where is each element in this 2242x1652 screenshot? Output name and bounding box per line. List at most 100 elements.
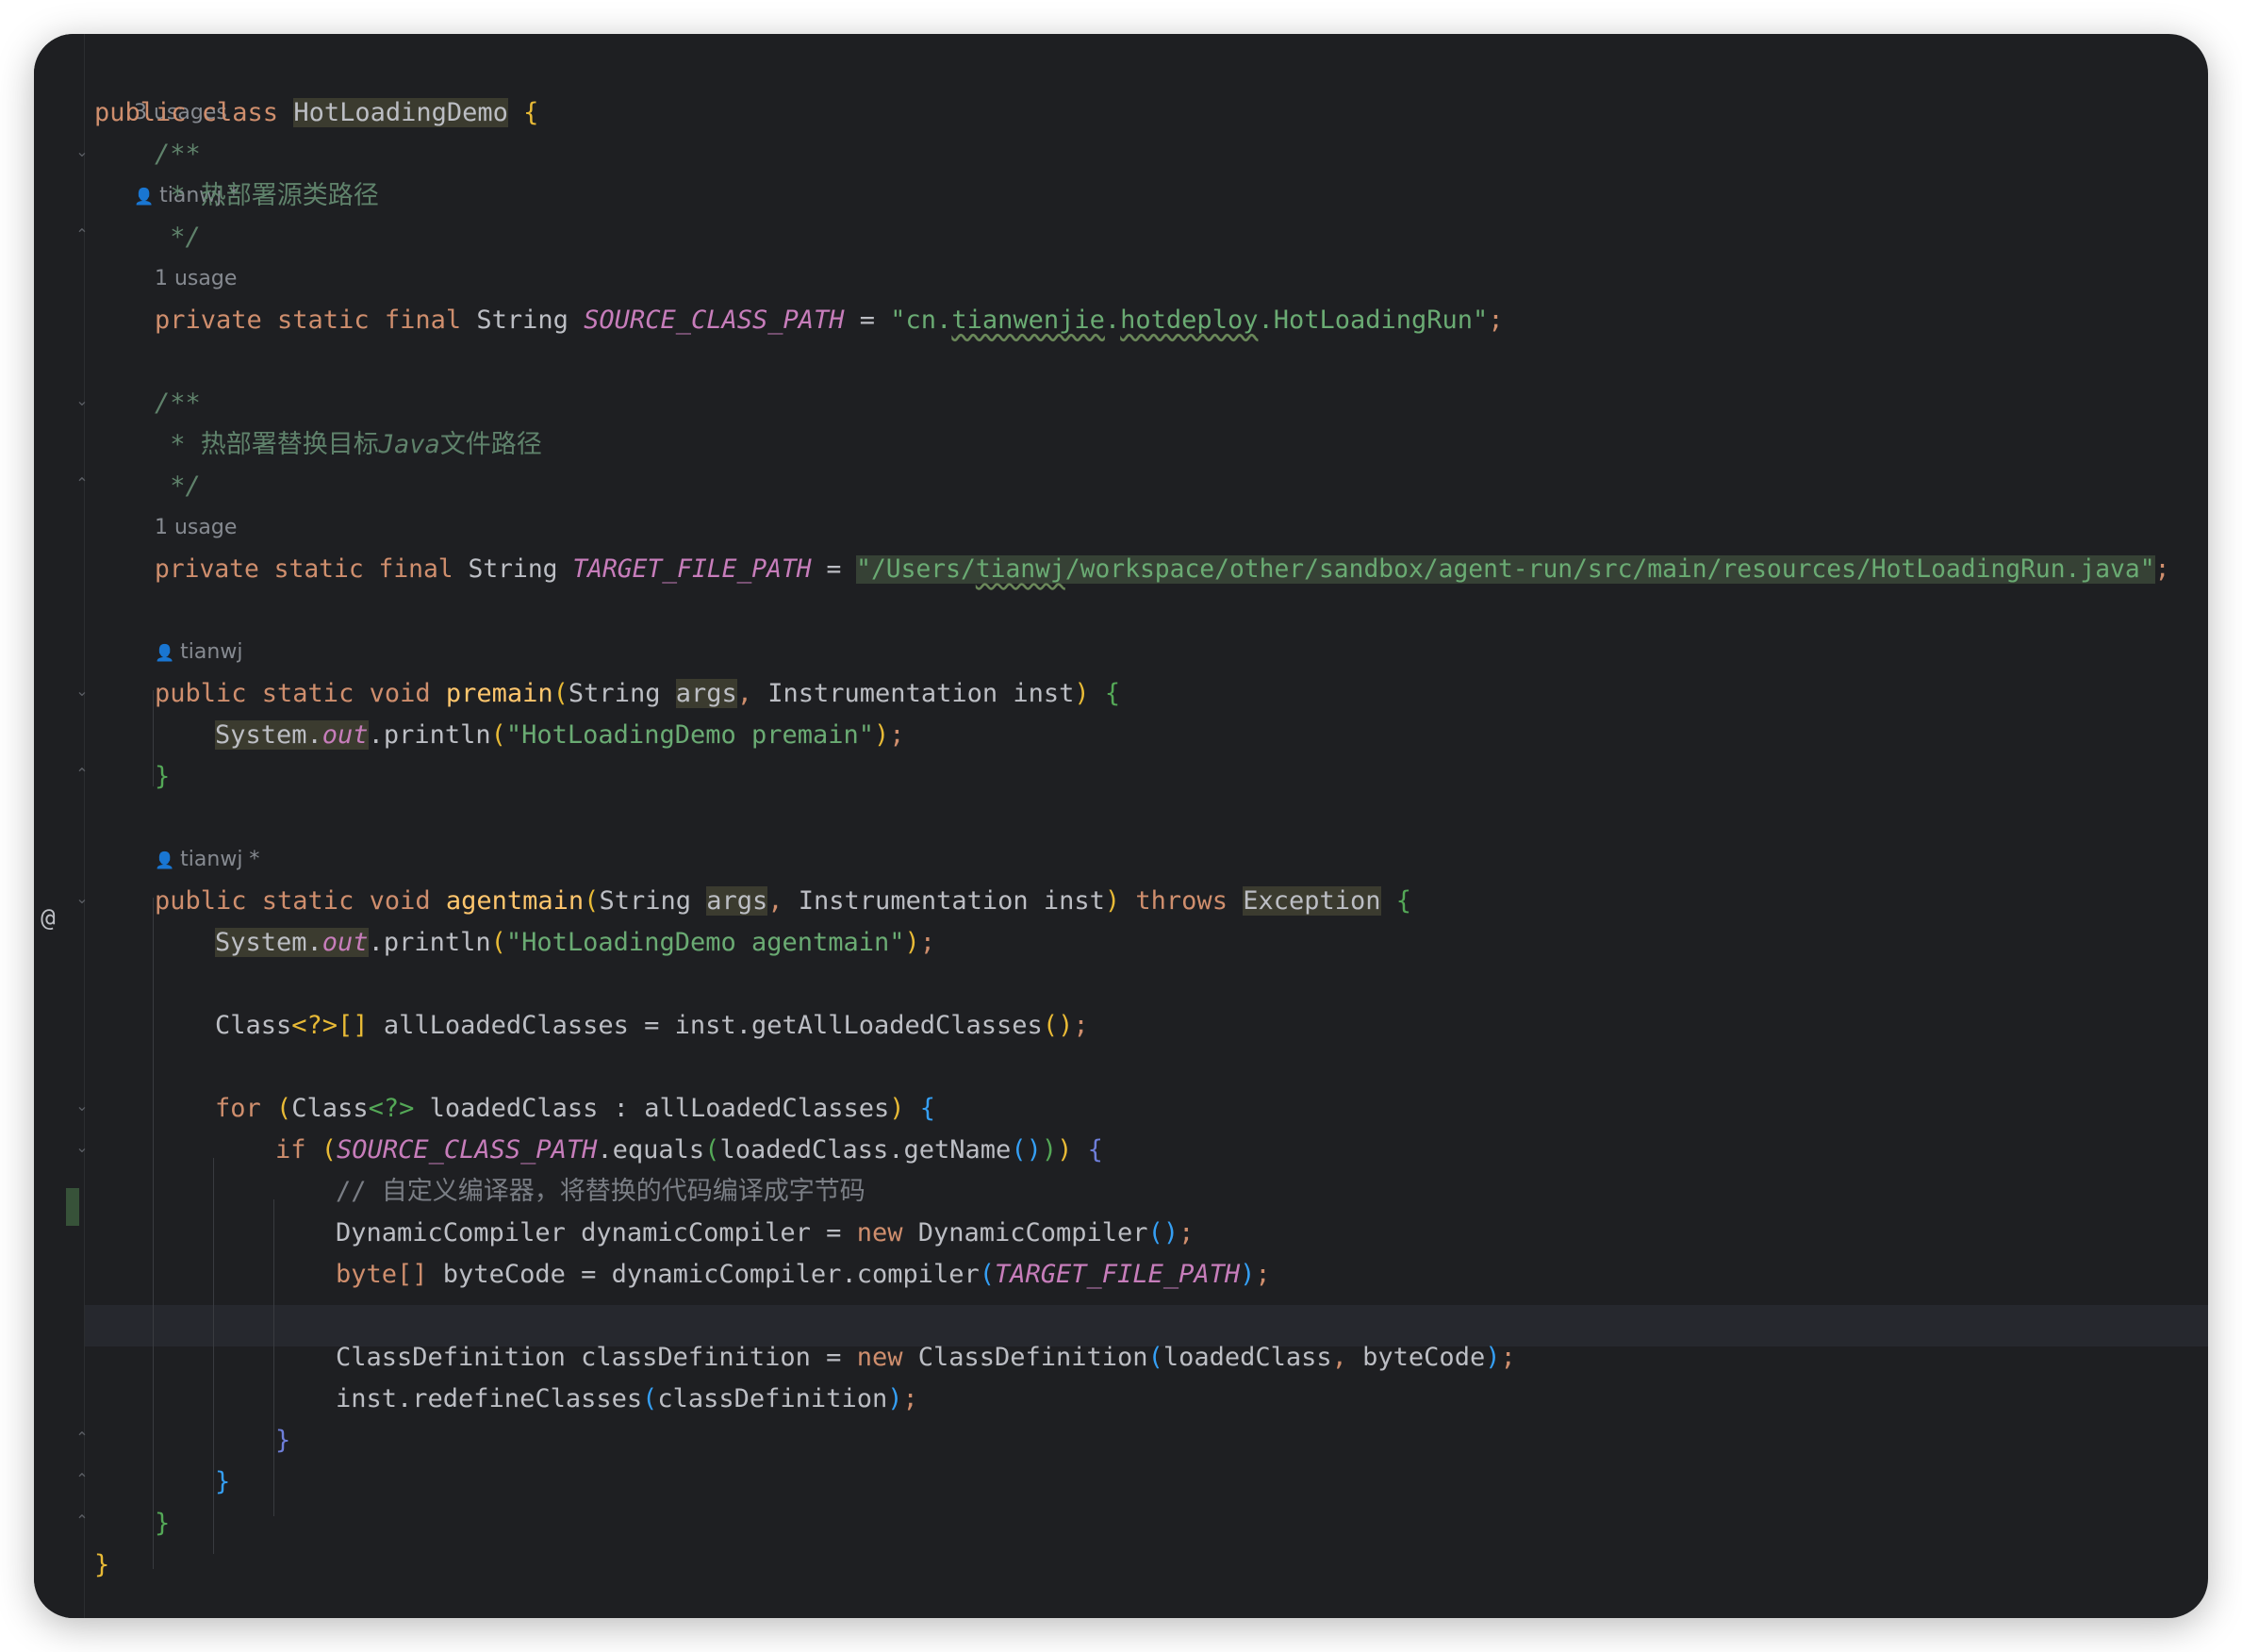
keyword: for [215,1094,277,1123]
code-line[interactable]: } [34,1420,2208,1462]
code-line[interactable]: System.out.println("HotLoadingDemo prema… [34,715,2208,756]
paren: ) [904,928,920,957]
comma: , [1331,1343,1363,1372]
code-line[interactable]: public class HotLoadingDemo { [34,92,2208,134]
code-line[interactable]: private static final String TARGET_FILE_… [34,549,2208,590]
static-field: out [321,720,369,750]
operator: = [811,555,857,584]
code-line[interactable]: for (Class<?> loadedClass : allLoadedCla… [34,1088,2208,1130]
usages-hint[interactable]: 3 usages 👤 tianwj * [94,51,239,207]
paren: () [1147,1218,1179,1247]
author-name[interactable]: tianwj * [180,848,259,871]
code-line[interactable]: inst.redefineClasses(classDefinition); [34,1379,2208,1420]
string-literal: tianwenjie [951,306,1105,335]
expression: DynamicCompiler dynamicCompiler = [336,1218,857,1247]
semicolon: ; [1500,1343,1516,1372]
exception-type: Exception [1243,886,1381,916]
paren: ( [1147,1343,1163,1372]
class-name: HotLoadingDemo [293,98,508,127]
semicolon: ; [2154,555,2170,584]
keyword: new [856,1218,903,1247]
paren: ) [889,1094,905,1123]
type-name: Class [215,1011,292,1040]
line-comment: // 自定义编译器，将替换的代码编译成字节码 [336,1177,865,1206]
operator: = [844,306,891,335]
paren: ( [552,679,569,708]
semicolon: ; [1073,1011,1089,1040]
brace: { [507,98,539,127]
string-literal: .HotLoadingRun" [1258,306,1489,335]
code-area[interactable]: ⌄ ⌃ ⌄ ⌃ ⌄ ⌃ ⌄ ⌄ ⌄ ⌃ ⌃ ⌃ @ 3 usages 👤 tian… [34,34,2208,1618]
usages-hint[interactable]: 1 usage [155,507,237,549]
brace: { [1380,886,1412,916]
type-name: String [476,306,585,335]
code-line[interactable]: } [34,756,2208,798]
string-literal: /workspace/other/sandbox/agent-run/src/m… [1064,555,2155,584]
brace: { [1072,1135,1103,1165]
semicolon: ; [919,928,936,957]
code-line[interactable]: } [34,1462,2208,1503]
keyword: if [275,1135,321,1165]
paren: () [1011,1135,1042,1165]
code-line[interactable]: Class<?>[] allLoadedClasses = inst.getAl… [34,1005,2208,1047]
code-line[interactable]: // 自定义编译器，将替换的代码编译成字节码 [34,1171,2208,1213]
code-line[interactable]: * 热部署源类路径 [34,175,2208,217]
author-hint[interactable]: 👤 tianwj [155,632,242,673]
code-line[interactable]: private static final String SOURCE_CLASS… [34,300,2208,341]
doc-comment: /** [155,388,201,418]
brace: } [215,1467,231,1496]
author-icon: 👤 [155,644,175,663]
code-line[interactable]: byte[] byteCode = dynamicCompiler.compil… [34,1254,2208,1296]
string-literal: "/Users/ [856,555,976,584]
argument: loadedClass [1162,1343,1332,1372]
paren: ( [276,1094,292,1123]
paren: ) [1057,1135,1073,1165]
doc-comment: */ [155,471,201,501]
string-literal: hotdeploy [1120,306,1259,335]
code-line[interactable]: ClassDefinition classDefinition = new Cl… [34,1337,2208,1379]
usages-hint[interactable]: 1 usage [155,258,237,300]
comma: , [736,679,768,708]
author-icon: 👤 [155,851,175,870]
semicolon: ; [1255,1260,1271,1289]
expression: byteCode = dynamicCompiler.compiler [427,1260,980,1289]
code-line[interactable]: if (SOURCE_CLASS_PATH.equals(loadedClass… [34,1130,2208,1171]
method-name: premain [445,679,553,708]
code-line[interactable]: * 热部署替换目标Java文件路径 [34,424,2208,466]
code-line[interactable]: System.out.println("HotLoadingDemo agent… [34,922,2208,964]
keyword: throws [1120,886,1244,916]
expression: loadedClass : allLoadedClasses [414,1094,890,1123]
generic: <?>[] [291,1011,369,1040]
code-line[interactable]: /** [34,383,2208,424]
keyword: new [856,1343,903,1372]
code-line[interactable]: /** [34,134,2208,175]
param-name: args [706,886,768,916]
keyword: public static void [155,886,446,916]
method-call: loadedClass.getName [719,1135,1012,1165]
author-name[interactable]: tianwj [180,640,242,664]
method-call: .println [368,928,491,957]
param-name: args [675,679,737,708]
comma: , [767,886,799,916]
method-name: agentmain [445,886,585,916]
code-line[interactable]: DynamicCompiler dynamicCompiler = new Dy… [34,1213,2208,1254]
code-line[interactable]: public static void premain(String args, … [34,673,2208,715]
code-line[interactable]: */ [34,466,2208,507]
paren: ) [1041,1135,1058,1165]
code-line[interactable]: } [34,1503,2208,1545]
author-hint[interactable]: 👤 tianwj * [155,839,259,881]
brace: } [275,1426,291,1455]
keyword: byte [336,1260,398,1289]
type-name: String [599,886,707,916]
paren: ( [584,886,600,916]
code-line[interactable]: */ [34,217,2208,258]
code-line[interactable]: } [34,1545,2208,1586]
semicolon: ; [1488,306,1504,335]
code-line[interactable]: public static void agentmain(String args… [34,881,2208,922]
keyword: public class [94,98,294,127]
doc-comment: * 热部署源类路径 [155,181,379,210]
paren: ( [490,720,506,750]
paren: ) [874,720,890,750]
doc-comment: */ [155,223,201,252]
argument: classDefinition [657,1384,888,1413]
